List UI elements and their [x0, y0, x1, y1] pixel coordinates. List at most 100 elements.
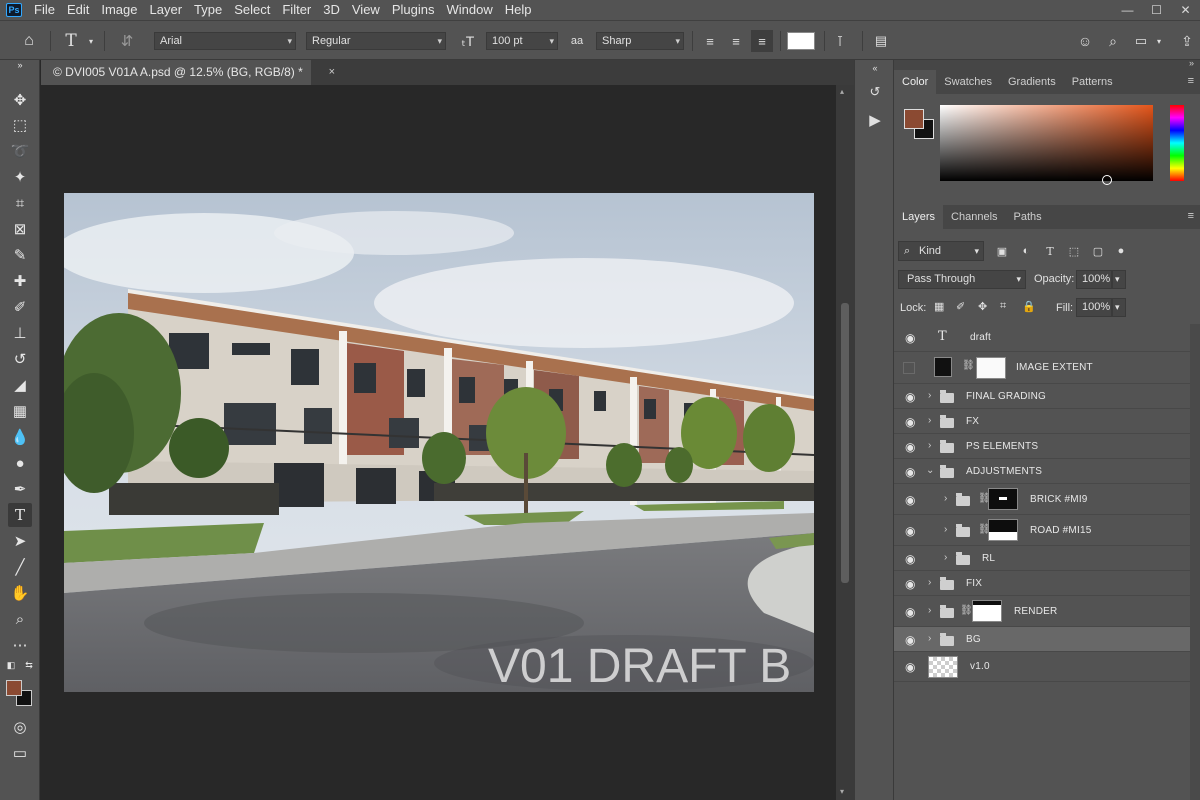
- font-size-select[interactable]: 100 pt ▾: [486, 32, 558, 50]
- chevron-right-icon[interactable]: ›: [928, 577, 931, 588]
- default-colors-icon[interactable]: ◧: [6, 660, 16, 670]
- swap-colors-icon[interactable]: ⇆: [24, 660, 34, 670]
- dodge-tool-icon[interactable]: ●: [8, 451, 32, 475]
- layer-row[interactable]: ◉ › ⛓ ROAD #MI15: [894, 515, 1190, 546]
- eye-icon[interactable]: ◉: [905, 415, 915, 429]
- eye-icon[interactable]: ◉: [905, 605, 915, 619]
- layer-kind-filter[interactable]: ⌕ Kind ▾: [898, 241, 984, 261]
- chevron-right-icon[interactable]: ›: [928, 633, 931, 644]
- menu-window[interactable]: Window: [440, 0, 498, 20]
- text-color-swatch[interactable]: [787, 32, 815, 50]
- layer-row[interactable]: ◉ › FX: [894, 409, 1190, 434]
- chevron-down-icon[interactable]: ▾: [86, 33, 96, 49]
- collapse-toolbar-icon[interactable]: »: [8, 60, 32, 70]
- smart-object-filter-icon[interactable]: ▢: [1090, 243, 1106, 259]
- line-tool-icon[interactable]: ╱: [8, 555, 32, 579]
- tab-patterns[interactable]: Patterns: [1064, 70, 1121, 94]
- document-tab[interactable]: © DVI005 V01A A.psd @ 12.5% (BG, RGB/8) …: [41, 60, 335, 85]
- menu-3d[interactable]: 3D: [317, 0, 346, 20]
- healing-brush-tool-icon[interactable]: ✚: [8, 269, 32, 293]
- adjustment-filter-icon[interactable]: ◐: [1018, 243, 1034, 259]
- pen-tool-icon[interactable]: ✒: [8, 477, 32, 501]
- chevron-right-icon[interactable]: ›: [928, 415, 931, 426]
- layers-scrollbar[interactable]: [1190, 324, 1200, 800]
- warp-text-icon[interactable]: ⊺: [830, 31, 850, 51]
- menu-view[interactable]: View: [346, 0, 386, 20]
- document-canvas-image[interactable]: V01 DRAFT B: [64, 193, 814, 692]
- eye-icon[interactable]: ◉: [905, 390, 915, 404]
- layer-row[interactable]: ◉ › FINAL GRADING: [894, 384, 1190, 409]
- eye-icon[interactable]: ◉: [905, 633, 915, 647]
- layer-row[interactable]: ◉ v1.0: [894, 652, 1190, 682]
- color-picker-field[interactable]: [940, 105, 1153, 185]
- eye-hidden-icon[interactable]: [903, 362, 915, 374]
- layer-row[interactable]: ◉ T draft: [894, 324, 1190, 352]
- magic-wand-tool-icon[interactable]: ✦: [8, 165, 32, 189]
- search-icon[interactable]: ⌕: [1102, 31, 1124, 51]
- eye-icon[interactable]: ◉: [905, 331, 915, 345]
- eye-icon[interactable]: ◉: [905, 660, 915, 674]
- layer-mask-thumbnail[interactable]: [988, 519, 1018, 541]
- eraser-tool-icon[interactable]: ◢: [8, 373, 32, 397]
- color-picker-ring[interactable]: [1102, 175, 1112, 185]
- history-panel-icon[interactable]: ↺: [865, 82, 885, 102]
- menu-help[interactable]: Help: [499, 0, 538, 20]
- text-orientation-icon[interactable]: ⇵: [116, 31, 138, 51]
- opacity-chevron-icon[interactable]: ▾: [1112, 270, 1126, 289]
- history-brush-tool-icon[interactable]: ↺: [8, 347, 32, 371]
- lock-artboard-icon[interactable]: ⌗: [1000, 300, 1006, 313]
- lock-transparency-icon[interactable]: ▦: [934, 300, 944, 313]
- menu-layer[interactable]: Layer: [144, 0, 189, 20]
- workspace-icon[interactable]: ▭: [1130, 31, 1152, 51]
- fill-chevron-icon[interactable]: ▾: [1112, 298, 1126, 317]
- move-tool-icon[interactable]: ✥: [8, 88, 32, 112]
- chevron-right-icon[interactable]: ›: [928, 390, 931, 401]
- align-left-icon[interactable]: ≡: [700, 31, 720, 51]
- screen-mode-icon[interactable]: ▭: [8, 741, 32, 765]
- close-window-button[interactable]: ✕: [1171, 0, 1200, 20]
- color-panel-foreground-swatch[interactable]: [904, 109, 924, 129]
- frame-tool-icon[interactable]: ⊠: [8, 217, 32, 241]
- font-style-select[interactable]: Regular ▾: [306, 32, 446, 50]
- tab-paths[interactable]: Paths: [1006, 205, 1050, 229]
- maximize-button[interactable]: ☐: [1142, 0, 1171, 20]
- eye-icon[interactable]: ◉: [905, 552, 915, 566]
- layer-mask-thumbnail[interactable]: [972, 600, 1002, 622]
- scroll-down-icon[interactable]: ▾: [840, 787, 844, 796]
- eye-icon[interactable]: ◉: [905, 577, 915, 591]
- tab-swatches[interactable]: Swatches: [936, 70, 1000, 94]
- chevron-down-icon[interactable]: ⌄: [926, 465, 934, 476]
- type-tool-icon[interactable]: T: [8, 503, 32, 527]
- layer-row[interactable]: ◉ › FIX: [894, 571, 1190, 596]
- tab-channels[interactable]: Channels: [943, 205, 1005, 229]
- type-filter-icon[interactable]: T: [1042, 243, 1058, 259]
- chevron-right-icon[interactable]: ›: [944, 493, 947, 504]
- eye-icon[interactable]: ◉: [905, 465, 915, 479]
- tab-layers[interactable]: Layers: [894, 205, 944, 229]
- eyedropper-tool-icon[interactable]: ✎: [8, 243, 32, 267]
- layer-row-selected[interactable]: ◉ › BG: [894, 627, 1190, 652]
- hand-tool-icon[interactable]: ✋: [8, 581, 32, 605]
- share-icon[interactable]: ⇪: [1176, 31, 1198, 51]
- minimize-button[interactable]: —: [1113, 0, 1142, 20]
- menu-file[interactable]: File: [28, 0, 61, 20]
- menu-image[interactable]: Image: [95, 0, 143, 20]
- eye-icon[interactable]: ◉: [905, 493, 915, 507]
- layer-row[interactable]: ◉ › RL: [894, 546, 1190, 571]
- opacity-input[interactable]: 100%: [1076, 270, 1112, 289]
- align-right-icon[interactable]: ≡: [751, 30, 773, 52]
- gradient-tool-icon[interactable]: ▦: [8, 399, 32, 423]
- lasso-tool-icon[interactable]: ➰: [8, 139, 32, 163]
- lock-all-icon[interactable]: 🔒: [1022, 300, 1036, 313]
- panel-menu-icon[interactable]: ≡: [1188, 210, 1194, 222]
- pixel-filter-icon[interactable]: ▣: [994, 243, 1010, 259]
- actions-panel-icon[interactable]: ▶: [865, 110, 885, 130]
- zoom-tool-icon[interactable]: ⌕: [8, 607, 32, 631]
- filter-toggle-icon[interactable]: ●: [1113, 243, 1129, 259]
- chevron-down-icon[interactable]: ▾: [1154, 33, 1164, 49]
- menu-plugins[interactable]: Plugins: [386, 0, 441, 20]
- home-icon[interactable]: ⌂: [18, 31, 40, 51]
- eye-icon[interactable]: ◉: [905, 440, 915, 454]
- brush-tool-icon[interactable]: ✐: [8, 295, 32, 319]
- quick-mask-icon[interactable]: ◎: [8, 715, 32, 739]
